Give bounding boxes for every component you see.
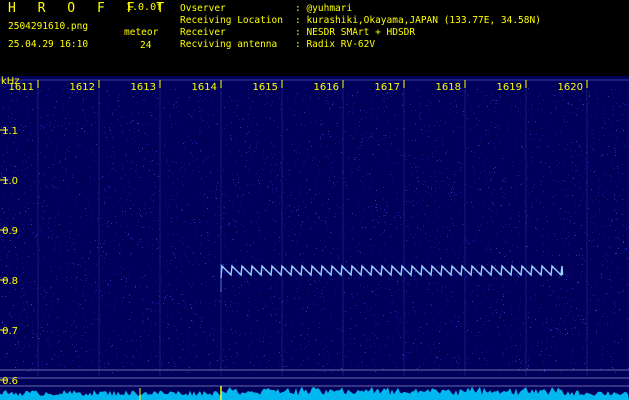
x-tick-label: 1618 (436, 82, 461, 93)
mode-label: meteor (124, 27, 159, 38)
spectrogram-plot: 1611 1612 1613 1614 1615 1616 1617 1618 1619 1620… (0, 76, 629, 400)
y-tick-label: 0.8 (2, 276, 18, 287)
y-tick-label: 0.9 (2, 226, 18, 237)
x-tick-label: 1614 (192, 82, 217, 93)
y-tick-label: 1.0 (2, 176, 18, 187)
info-key-observer: Ovserver (180, 3, 226, 14)
y-tick-label: 1.1 (2, 126, 18, 137)
x-tick-label: 1616 (314, 82, 339, 93)
x-tick-label: 1619 (497, 82, 522, 93)
x-tick-label: 1617 (375, 82, 400, 93)
x-tick-label: 1613 (131, 82, 156, 93)
header-panel: H R O F F T 1.0.0f 2504291610.png 25.04.… (0, 0, 629, 76)
x-tick-label: 1620 (558, 82, 583, 93)
x-tick-label: 1612 (70, 82, 95, 93)
info-value-receiver: : NESDR SMArt + HDSDR (295, 27, 416, 38)
x-tick-label: 1615 (253, 82, 278, 93)
plot-background (0, 76, 629, 400)
y-axis-label: kHz (1, 76, 20, 87)
y-tick-label: 0.6 (2, 376, 18, 387)
capture-datetime: 25.04.29 16:10 (8, 39, 89, 50)
info-value-location: : kurashiki,Okayama,JAPAN (133.77E, 34.5… (295, 15, 541, 26)
app-version: 1.0.0f (126, 2, 163, 13)
info-key-antenna: Recviving antenna (180, 39, 278, 50)
count-value: 24 (140, 40, 152, 51)
info-key-receiver: Receiver (180, 27, 226, 38)
y-tick-label: 0.7 (2, 326, 18, 337)
info-key-location: Receiving Location (180, 15, 283, 26)
info-value-antenna: : Radix RV-62V (295, 39, 376, 50)
info-value-observer: : @yuhmari (295, 3, 353, 14)
image-filename: 2504291610.png (8, 21, 89, 32)
